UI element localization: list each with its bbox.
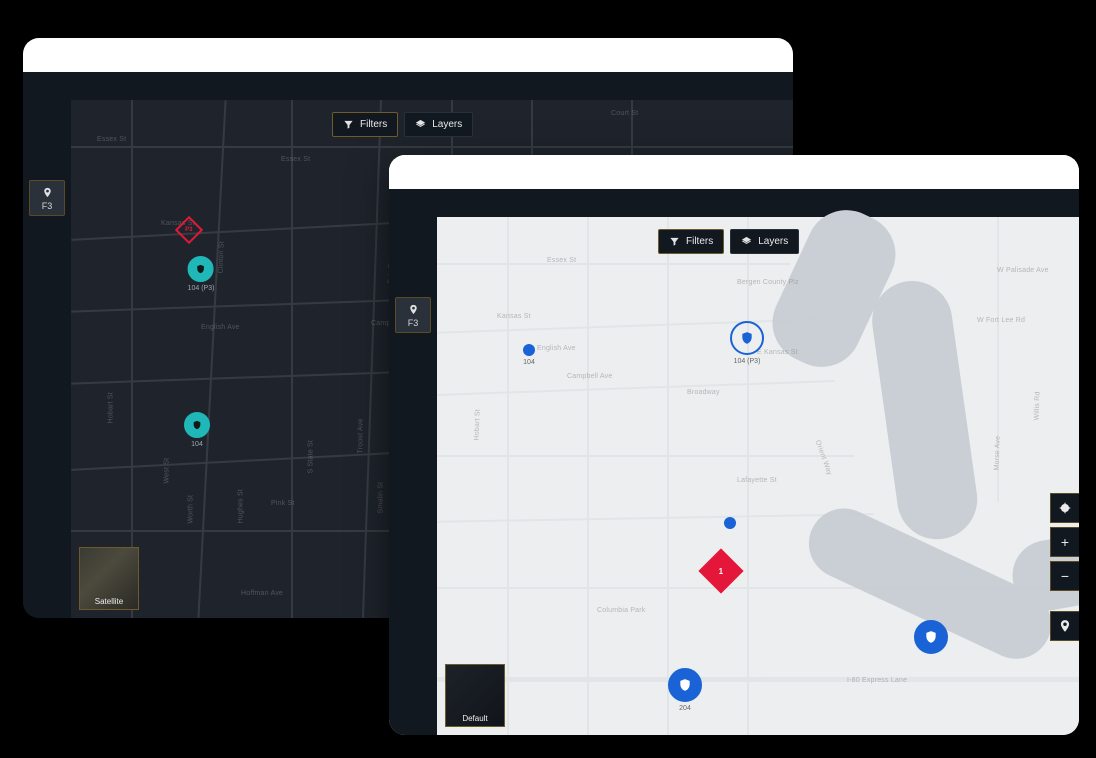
app-header [23,72,793,100]
locate-button[interactable] [1050,493,1079,523]
map-edge-controls: + − [1050,493,1079,641]
shield-icon [924,630,938,644]
basemap-switcher-satellite[interactable]: Satellite [79,547,139,610]
layers-icon [741,236,752,247]
filters-button[interactable]: Filters [332,112,398,137]
pin-tool-f3[interactable]: F3 [395,297,431,333]
map-toolbar: Filters Layers [658,229,799,254]
marker-unit-104p3[interactable]: 104 (P3) [188,256,215,292]
app-header [389,189,1079,217]
marker-unit-shield[interactable] [914,620,948,654]
map-toolbar: Filters Layers [332,112,473,137]
left-sidebar: F3 [389,217,437,735]
shield-icon [196,264,206,274]
marker-unit-dot[interactable] [724,517,736,529]
pin-mode-button[interactable] [1050,611,1079,641]
pin-tool-f3[interactable]: F3 [29,180,65,216]
filters-label: Filters [686,236,713,247]
pin-tool-key: F3 [30,201,64,211]
filter-icon [669,236,680,247]
zoom-out-button[interactable]: − [1050,561,1079,591]
shield-icon [678,678,692,692]
zoom-in-button[interactable]: + [1050,527,1079,557]
map-pin-icon [408,304,419,315]
shield-icon [740,331,754,345]
marker-unit-104[interactable]: 104 [184,412,210,448]
map-pin-icon [42,187,53,198]
left-sidebar: F3 [23,100,71,618]
marker-unit-shield[interactable]: 204 [668,668,702,712]
layers-button[interactable]: Layers [404,112,473,137]
filters-button[interactable]: Filters [658,229,724,254]
basemap-switcher-default[interactable]: Default [445,664,505,727]
marker-unit-shield-outline[interactable]: 104 (P3) [730,321,764,365]
window-titlebar [389,155,1079,189]
layers-label: Layers [758,236,788,247]
map-canvas-light[interactable]: Essex St Kansas St English Ave Campbell … [437,217,1079,735]
window-titlebar [23,38,793,72]
filter-icon [343,119,354,130]
crosshair-icon [1058,501,1072,515]
layers-icon [415,119,426,130]
marker-unit-dot[interactable]: 104 [523,344,535,366]
street-labels: Essex St Kansas St English Ave Campbell … [437,217,1079,735]
layers-label: Layers [432,119,462,130]
shield-icon [192,420,202,430]
map-pin-icon [1058,619,1072,633]
filters-label: Filters [360,119,387,130]
pin-tool-key: F3 [396,318,430,328]
layers-button[interactable]: Layers [730,229,799,254]
map-window-light: F3 Essex St Kansas St Engl [389,155,1079,735]
